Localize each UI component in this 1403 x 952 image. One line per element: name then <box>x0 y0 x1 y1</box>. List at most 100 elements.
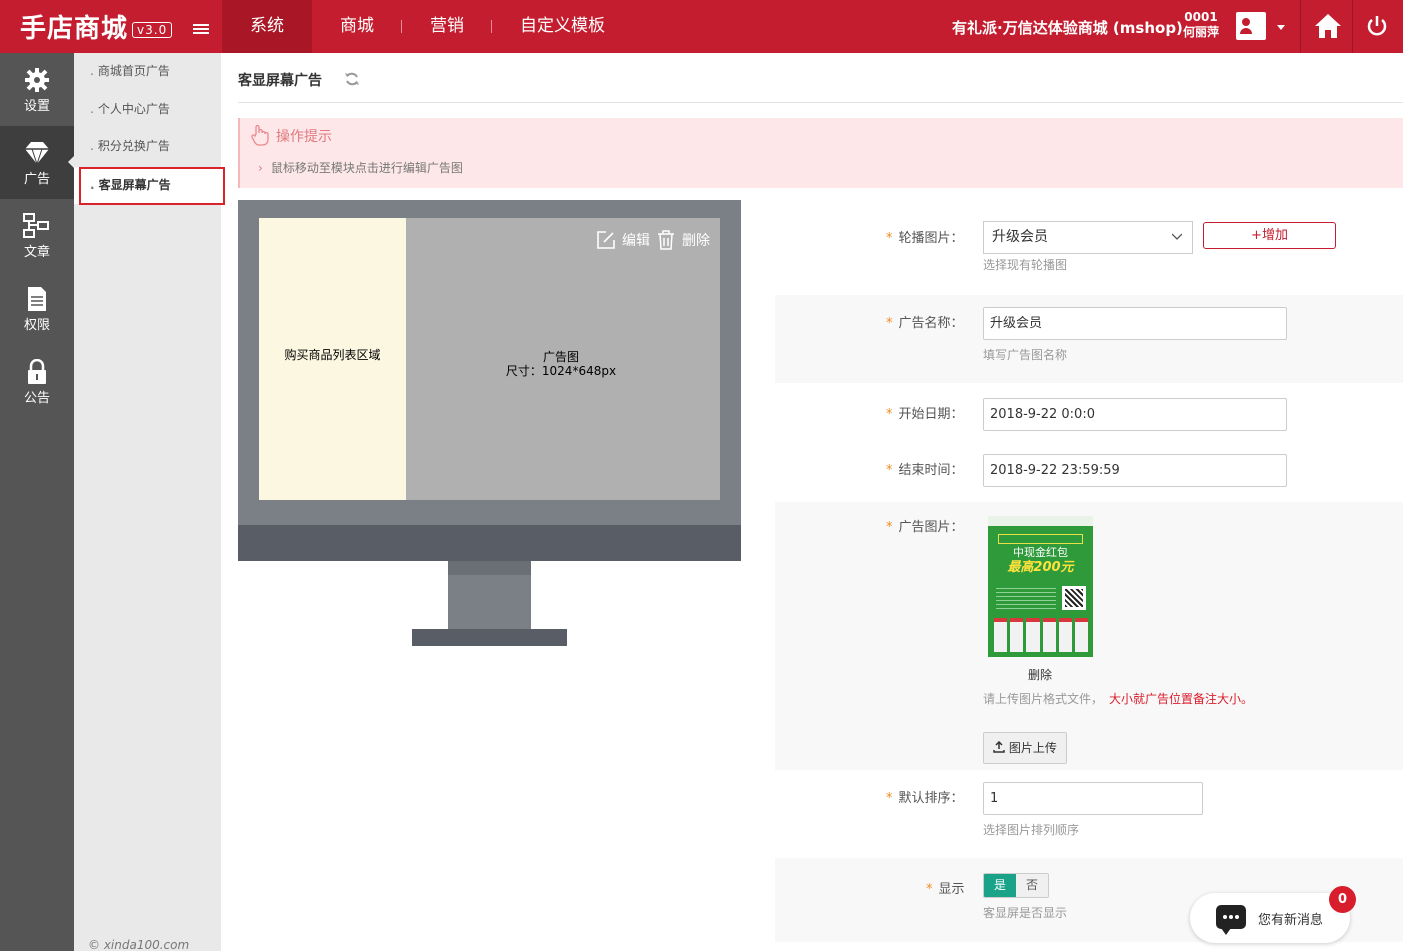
sidebar-item-articles[interactable]: 文章 <box>0 199 74 272</box>
submenu-label: 商城首页广告 <box>97 64 170 78</box>
sidebar-item-announcements[interactable]: 公告 <box>0 345 74 418</box>
icon-sidebar: 设置 广告 文章 权限 公告 <box>0 53 74 951</box>
message-count-badge: 0 <box>1329 886 1356 913</box>
submenu-item-profile-ads[interactable]: . 个人中心广告 <box>74 91 221 128</box>
shop-name: 有礼派·万信达体验商城 (mshop) <box>952 19 1183 37</box>
qr-code-icon <box>1062 586 1086 610</box>
submenu-item-points-ads[interactable]: . 积分兑换广告 <box>74 128 221 165</box>
sidebar-item-settings[interactable]: 设置 <box>0 53 74 126</box>
upload-image-button[interactable]: 图片上传 <box>983 732 1067 764</box>
version-badge: v3.0 <box>132 21 173 38</box>
gear-icon <box>25 68 49 92</box>
submenu-item-home-ads[interactable]: . 商城首页广告 <box>74 53 221 90</box>
sitemap-icon <box>23 213 49 238</box>
show-toggle: 是 否 <box>983 873 1049 898</box>
nav-item-mall[interactable]: 商城 <box>312 0 402 53</box>
ad-name-label: * 广告名称： <box>886 316 964 331</box>
label-text: 结束时间： <box>898 463 964 478</box>
power-icon[interactable] <box>1366 15 1388 37</box>
label-text: 默认排序： <box>898 791 964 806</box>
show-no-option[interactable]: 否 <box>1016 874 1048 897</box>
edit-icon <box>597 231 615 249</box>
main-nav: 系统 商城 营销 自定义模板 <box>222 0 633 53</box>
diamond-icon <box>25 142 49 166</box>
edit-label: 编辑 <box>622 233 650 249</box>
user-card-icon[interactable] <box>1236 12 1266 40</box>
label-text: 开始日期： <box>898 407 964 422</box>
upload-hint-text: 请上传图片格式文件， <box>983 692 1104 706</box>
monitor-base <box>412 629 567 646</box>
document-icon <box>28 287 46 311</box>
sort-hint: 选择图片排列顺序 <box>983 823 1080 837</box>
tips-body: › 鼠标移动至模块点击进行编辑广告图 <box>258 161 463 175</box>
ad-image-label: 广告图 <box>542 350 579 364</box>
ad-image-text: 广告图 尺寸：1024*648px <box>406 350 716 378</box>
ad-image-thumbnail[interactable]: 中现金红包 最高200元 <box>988 516 1093 657</box>
sort-input[interactable]: 1 <box>983 782 1203 815</box>
upload-label: 图片上传 <box>1008 741 1057 755</box>
sort-label: * 默认排序： <box>886 791 964 806</box>
new-message-text: 您有新消息 <box>1258 913 1324 928</box>
submenu-label: 个人中心广告 <box>97 102 170 116</box>
operation-tips: 操作提示 › 鼠标移动至模块点击进行编辑广告图 <box>238 118 1403 188</box>
chat-icon <box>1216 905 1246 935</box>
delete-image-link[interactable]: 删除 <box>1028 666 1052 683</box>
chevron-down-icon[interactable] <box>1277 25 1285 30</box>
monitor-bezel <box>238 525 741 561</box>
tips-text: 鼠标移动至模块点击进行编辑广告图 <box>270 161 463 175</box>
sidebar-label: 文章 <box>23 245 50 260</box>
end-time-label: * 结束时间： <box>886 463 964 478</box>
show-yes-option[interactable]: 是 <box>984 874 1016 897</box>
ad-name-hint: 填写广告图名称 <box>983 348 1068 362</box>
tips-title: 操作提示 <box>276 129 332 145</box>
label-text: 广告图片： <box>898 520 964 535</box>
sidebar-label: 公告 <box>23 391 50 406</box>
add-carousel-button[interactable]: +增加 <box>1203 222 1336 249</box>
sidebar-label: 权限 <box>23 318 50 333</box>
ad-image-area[interactable]: 编辑 删除 广告图 尺寸：1024*648px <box>406 218 720 500</box>
ad-name-input[interactable]: 升级会员 <box>983 307 1287 340</box>
user-id: 0001 <box>1184 10 1218 24</box>
home-icon[interactable] <box>1314 13 1342 39</box>
product-list-area: 购买商品列表区域 <box>259 218 406 500</box>
carousel-value: 升级会员 <box>992 229 1048 245</box>
end-time-input[interactable]: 2018-9-22 23:59:59 <box>983 454 1287 487</box>
new-message-widget[interactable]: 您有新消息 <box>1190 893 1350 943</box>
top-bar: 手店商城 v3.0 系统 商城 营销 自定义模板 有礼派·万信达体验商城 (msh… <box>0 0 1403 53</box>
active-submenu-highlight <box>79 167 225 205</box>
sidebar-label: 设置 <box>23 99 50 114</box>
nav-item-custom-template[interactable]: 自定义模板 <box>492 0 633 53</box>
lock-icon <box>28 359 46 384</box>
nav-label: 商城 <box>340 16 374 36</box>
divider <box>1352 0 1353 53</box>
upload-hint-size: 大小就广告位置备注大小。 <box>1109 692 1254 706</box>
start-date-input[interactable]: 2018-9-22 0:0:0 <box>983 398 1287 431</box>
copyright: © xinda100.com <box>88 938 190 952</box>
product-list-label: 购买商品列表区域 <box>284 348 381 362</box>
edit-button[interactable]: 编辑 <box>596 230 650 250</box>
sidebar-label: 广告 <box>23 172 50 187</box>
carousel-select[interactable]: 升级会员 <box>983 221 1193 254</box>
divider <box>1300 0 1301 53</box>
show-hint: 客显屏是否显示 <box>983 906 1068 920</box>
refresh-icon[interactable] <box>344 71 360 87</box>
user-info[interactable]: 0001 何丽萍 <box>1183 10 1219 40</box>
ad-size-label: 尺寸：1024*648px <box>505 364 617 378</box>
nav-label: 自定义模板 <box>520 16 605 36</box>
chevron-down-icon <box>1172 233 1182 240</box>
menu-toggle-icon[interactable] <box>193 24 209 34</box>
app-logo[interactable]: 手店商城 v3.0 <box>20 8 173 45</box>
nav-label: 营销 <box>430 16 464 36</box>
label-text: 广告名称： <box>898 316 964 331</box>
delete-label: 删除 <box>682 233 710 249</box>
sidebar-item-ads[interactable]: 广告 <box>0 126 74 199</box>
delete-button[interactable]: 删除 <box>656 230 710 250</box>
upload-hint: 请上传图片格式文件， 大小就广告位置备注大小。 <box>983 690 1253 707</box>
sidebar-item-permissions[interactable]: 权限 <box>0 272 74 345</box>
page-title: 客显屏幕广告 <box>238 73 322 89</box>
nav-item-marketing[interactable]: 营销 <box>402 0 492 53</box>
nav-item-system[interactable]: 系统 <box>222 0 312 53</box>
logo-text: 手店商城 <box>20 14 129 44</box>
carousel-hint: 选择现有轮播图 <box>983 258 1068 272</box>
divider <box>238 102 1403 103</box>
